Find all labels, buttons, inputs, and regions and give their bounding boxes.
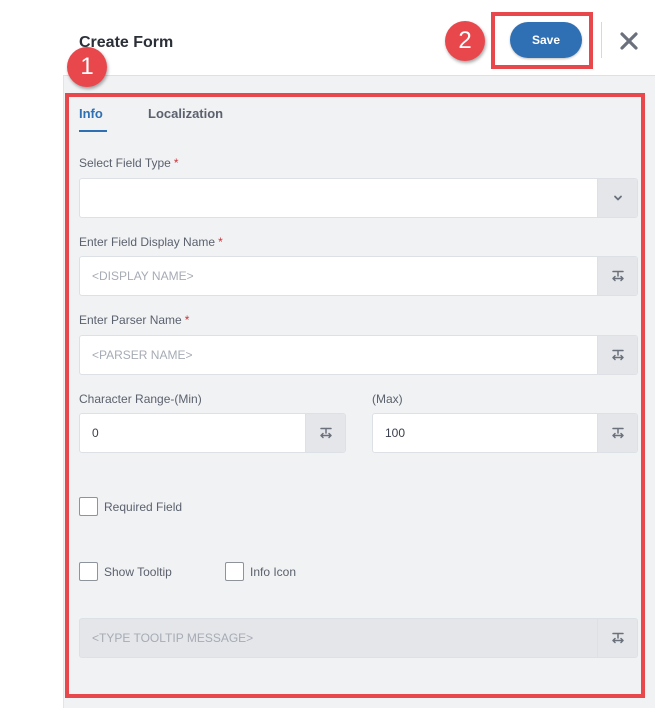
step-badge-1: 1 — [67, 47, 107, 87]
highlight-form-area — [65, 93, 645, 698]
step-badge-2: 2 — [445, 21, 485, 61]
header-vertical-divider — [601, 22, 602, 58]
close-icon[interactable] — [614, 26, 644, 56]
left-margin — [0, 0, 63, 708]
header-divider — [63, 75, 655, 76]
highlight-save-button — [491, 12, 593, 69]
